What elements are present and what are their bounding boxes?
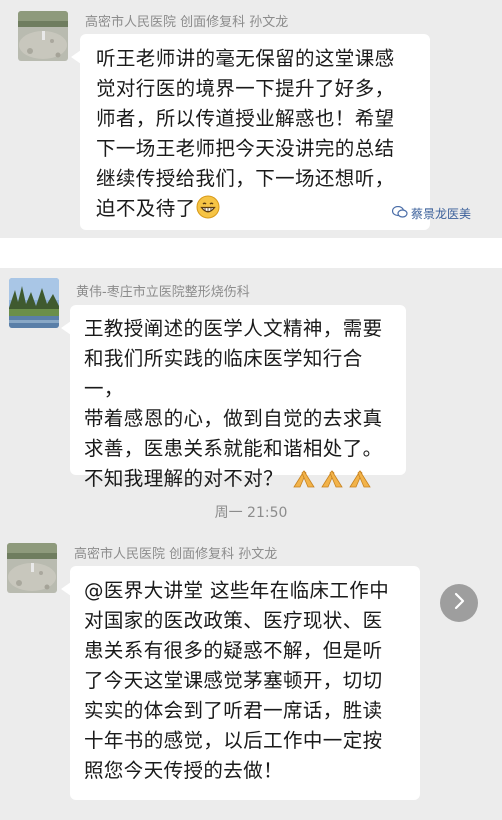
message-line: 患关系有很多的疑惑不解，但是听 xyxy=(84,639,383,662)
message-line: 和我们所实践的临床医学知行合一， xyxy=(84,347,363,400)
message-line: 继续传授给我们，下一场还想听， xyxy=(96,167,395,190)
avatar[interactable] xyxy=(18,11,68,61)
message-bubble[interactable]: @医界大讲堂 这些年在临床工作中 对国家的医改政策、医疗现状、医 患关系有很多的… xyxy=(61,566,420,800)
watermark-text: 蔡景龙医美 xyxy=(411,207,472,221)
message-line: 带着感恩的心，做到自觉的去求真 xyxy=(84,407,383,430)
timestamp: 周一 21:50 xyxy=(214,505,288,521)
message-bubble[interactable]: 王教授阐述的医学人文精神，需要 和我们所实践的临床医学知行合一， 带着感恩的心，… xyxy=(61,305,406,490)
praying-hands-icon xyxy=(290,465,374,498)
sender-name: 高密市人民医院 创面修复科 孙文龙 xyxy=(74,547,278,562)
message-line: 对国家的医改政策、医疗现状、医 xyxy=(84,609,383,632)
message-line: @医界大讲堂 这些年在临床工作中 xyxy=(84,579,390,602)
panel-separator xyxy=(0,238,502,268)
message-line: 照您今天传授的去做！ xyxy=(84,759,284,782)
message-line: 听王老师讲的毫无保留的这堂课感 xyxy=(96,47,395,70)
next-button[interactable] xyxy=(440,584,478,622)
message-line: 王教授阐述的医学人文精神，需要 xyxy=(84,317,383,340)
message-line: 了今天这堂课感觉茅塞顿开，切切 xyxy=(84,669,383,692)
message-line: 下一场王老师把今天没讲完的总结 xyxy=(96,137,395,160)
watermark: 蔡景龙医美 xyxy=(391,205,472,222)
grinning-face-icon xyxy=(196,195,220,228)
message-line: 迫不及待了 xyxy=(96,197,196,220)
sender-name: 黄伟-枣庄市立医院整形烧伤科 xyxy=(76,285,250,300)
sender-name: 高密市人民医院 创面修复科 孙文龙 xyxy=(85,15,289,30)
message-line: 不知我理解的对不对？ xyxy=(84,467,284,490)
message-line: 十年书的感觉，以后工作中一定按 xyxy=(84,729,383,752)
avatar[interactable] xyxy=(7,543,57,593)
message-bubble[interactable]: 听王老师讲的毫无保留的这堂课感 觉对行医的境界一下提升了好多， 师者，所以传道授… xyxy=(71,34,430,230)
chevron-right-icon xyxy=(452,592,466,614)
message-line: 觉对行医的境界一下提升了好多， xyxy=(96,77,395,100)
message-line: 师者，所以传道授业解惑也！希望 xyxy=(96,107,395,130)
avatar[interactable] xyxy=(9,278,59,328)
wechat-icon xyxy=(391,205,408,221)
message-line: 实实的体会到了听君一席话，胜读 xyxy=(84,699,383,722)
message-line: 求善，医患关系就能和谐相处了。 xyxy=(84,437,383,460)
